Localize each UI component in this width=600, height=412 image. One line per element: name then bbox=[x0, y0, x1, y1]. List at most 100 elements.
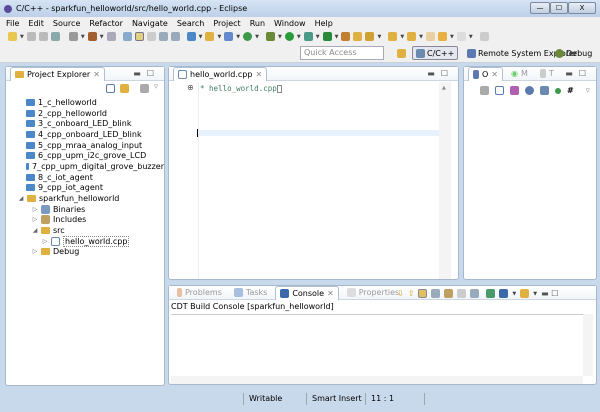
tree-item[interactable]: 2_cpp_helloworld bbox=[6, 108, 164, 119]
tab-outline[interactable]: O ✕ bbox=[468, 66, 503, 81]
folded-marker[interactable] bbox=[276, 85, 282, 93]
tree-item[interactable]: 6_cpp_upm_i2c_grove_LCD bbox=[6, 150, 164, 161]
next-error-icon[interactable]: ⇩ bbox=[397, 289, 404, 298]
menu-edit[interactable]: Edit bbox=[28, 19, 44, 28]
close-icon[interactable]: ✕ bbox=[93, 70, 100, 79]
tree-item[interactable]: 3_c_onboard_LED_blink bbox=[6, 118, 164, 129]
view-menu-icon[interactable]: ▽ bbox=[154, 84, 158, 93]
prev-annotation-icon[interactable] bbox=[407, 32, 417, 41]
tree-item[interactable]: 5_cpp_mraa_analog_input bbox=[6, 140, 164, 151]
collapsed-icon[interactable]: ▷ bbox=[42, 238, 48, 245]
collapse-all-icon[interactable] bbox=[106, 84, 115, 93]
console-output[interactable] bbox=[171, 314, 583, 376]
tab-tasks[interactable]: Tasks bbox=[230, 286, 271, 300]
menu-project[interactable]: Project bbox=[213, 19, 240, 28]
sort-alpha-icon[interactable] bbox=[510, 86, 519, 95]
editor-scrollbar[interactable]: ▲ bbox=[439, 82, 451, 279]
new-class-icon[interactable] bbox=[224, 32, 234, 41]
search-icon[interactable] bbox=[365, 32, 375, 41]
open-type-icon[interactable] bbox=[341, 32, 351, 41]
perspective-debug[interactable]: Debug bbox=[552, 46, 595, 60]
block-icon[interactable] bbox=[158, 32, 168, 41]
group-includes-icon[interactable]: # bbox=[567, 86, 574, 95]
run-icon[interactable] bbox=[284, 32, 294, 41]
tab-make-targets[interactable]: ◉ M bbox=[507, 67, 532, 81]
new-icon[interactable] bbox=[8, 32, 17, 41]
show-on-output-icon[interactable] bbox=[457, 289, 467, 298]
collapsed-icon[interactable]: ▷ bbox=[32, 248, 38, 255]
collapse-all-icon[interactable] bbox=[495, 86, 504, 95]
build-icon[interactable] bbox=[87, 32, 97, 41]
min-max-buttons[interactable]: ▬☐ bbox=[427, 69, 454, 78]
link-editor-icon[interactable] bbox=[120, 84, 129, 93]
build-config-icon[interactable] bbox=[68, 32, 78, 41]
collapsed-icon[interactable]: ▷ bbox=[32, 206, 38, 213]
pin-icon[interactable] bbox=[479, 32, 489, 41]
whitespace-icon[interactable] bbox=[170, 32, 180, 41]
new-project-icon[interactable] bbox=[186, 32, 196, 41]
view-menu-icon[interactable]: ▽ bbox=[586, 88, 590, 94]
external-tools-icon[interactable] bbox=[322, 32, 332, 41]
menu-file[interactable]: File bbox=[6, 19, 19, 28]
open-console-icon[interactable] bbox=[520, 289, 530, 298]
expanded-icon[interactable]: ◢ bbox=[32, 227, 38, 234]
minimize-button[interactable]: — bbox=[530, 2, 550, 14]
console-vscrollbar[interactable] bbox=[583, 314, 593, 376]
maximize-button[interactable]: ☐ bbox=[550, 2, 568, 14]
new-c-icon[interactable] bbox=[243, 32, 253, 41]
close-icon[interactable]: ✕ bbox=[327, 289, 334, 298]
tree-item-debug[interactable]: ▷ Debug bbox=[6, 247, 164, 258]
save-all-icon[interactable] bbox=[38, 32, 48, 41]
tab-hello-world-cpp[interactable]: hello_world.cpp ✕ bbox=[173, 66, 268, 81]
open-perspective-icon[interactable] bbox=[397, 49, 406, 58]
doc-icon[interactable] bbox=[106, 32, 116, 41]
save-icon[interactable] bbox=[26, 32, 36, 41]
hide-fields-icon[interactable] bbox=[525, 86, 534, 95]
perspective-cpp[interactable]: C/C++ bbox=[412, 46, 459, 60]
tree-item-src[interactable]: ◢ src bbox=[6, 225, 164, 236]
sort-icon[interactable] bbox=[480, 86, 489, 95]
menu-run[interactable]: Run bbox=[250, 19, 265, 28]
tree-item[interactable]: 7_cpp_upm_digital_grove_buzzer bbox=[6, 161, 164, 172]
tab-project-explorer[interactable]: Project Explorer ✕ bbox=[10, 66, 105, 81]
code-comment-line[interactable]: * hello_world.cpp bbox=[200, 84, 282, 93]
back-icon[interactable] bbox=[438, 32, 448, 41]
tab-console[interactable]: Console ✕ bbox=[275, 285, 339, 300]
min-max-buttons[interactable]: ▬☐ bbox=[133, 69, 160, 78]
menu-navigate[interactable]: Navigate bbox=[132, 19, 168, 28]
min-max-buttons[interactable]: ▬☐ bbox=[565, 69, 592, 78]
tree-item-binaries[interactable]: ▷ Binaries bbox=[6, 204, 164, 215]
open-element-icon[interactable] bbox=[353, 32, 363, 41]
debug-icon[interactable] bbox=[266, 32, 276, 41]
tree-item[interactable]: 4_cpp_onboard_LED_blink bbox=[6, 129, 164, 140]
quick-access-input[interactable]: Quick Access bbox=[300, 46, 384, 60]
menu-window[interactable]: Window bbox=[274, 19, 306, 28]
menu-source[interactable]: Source bbox=[53, 19, 80, 28]
close-button[interactable]: X bbox=[568, 2, 596, 14]
last-edit-icon[interactable] bbox=[426, 32, 436, 41]
min-max-buttons[interactable]: ▬ ☐ bbox=[541, 289, 558, 298]
expanded-icon[interactable]: ◢ bbox=[18, 195, 24, 202]
menu-help[interactable]: Help bbox=[315, 19, 333, 28]
tree-item-includes[interactable]: ▷ Includes bbox=[6, 215, 164, 226]
profile-icon[interactable] bbox=[303, 32, 313, 41]
tree-item[interactable]: 1_c_helloworld bbox=[6, 97, 164, 108]
word-wrap-icon[interactable] bbox=[444, 289, 454, 298]
prev-error-icon[interactable]: ⇧ bbox=[408, 289, 415, 298]
collapsed-icon[interactable]: ▷ bbox=[32, 216, 38, 223]
print-icon[interactable] bbox=[50, 32, 60, 41]
display-console-icon[interactable] bbox=[499, 289, 509, 298]
tab-properties[interactable]: Properties bbox=[343, 286, 403, 300]
forward-icon[interactable] bbox=[456, 32, 466, 41]
pin-console-icon[interactable] bbox=[486, 289, 496, 298]
filter-icon[interactable] bbox=[140, 84, 149, 93]
highlight-icon[interactable] bbox=[134, 32, 144, 41]
tab-problems[interactable]: Problems bbox=[173, 286, 226, 300]
close-icon[interactable]: ✕ bbox=[255, 70, 262, 79]
skip-breakpoints-icon[interactable] bbox=[122, 32, 132, 41]
close-icon[interactable]: ✕ bbox=[491, 70, 498, 79]
fold-expand-icon[interactable]: ⊕ bbox=[187, 83, 194, 92]
console-hscrollbar[interactable] bbox=[171, 376, 583, 384]
tab-task-list[interactable]: T bbox=[536, 67, 558, 81]
menu-refactor[interactable]: Refactor bbox=[89, 19, 123, 28]
